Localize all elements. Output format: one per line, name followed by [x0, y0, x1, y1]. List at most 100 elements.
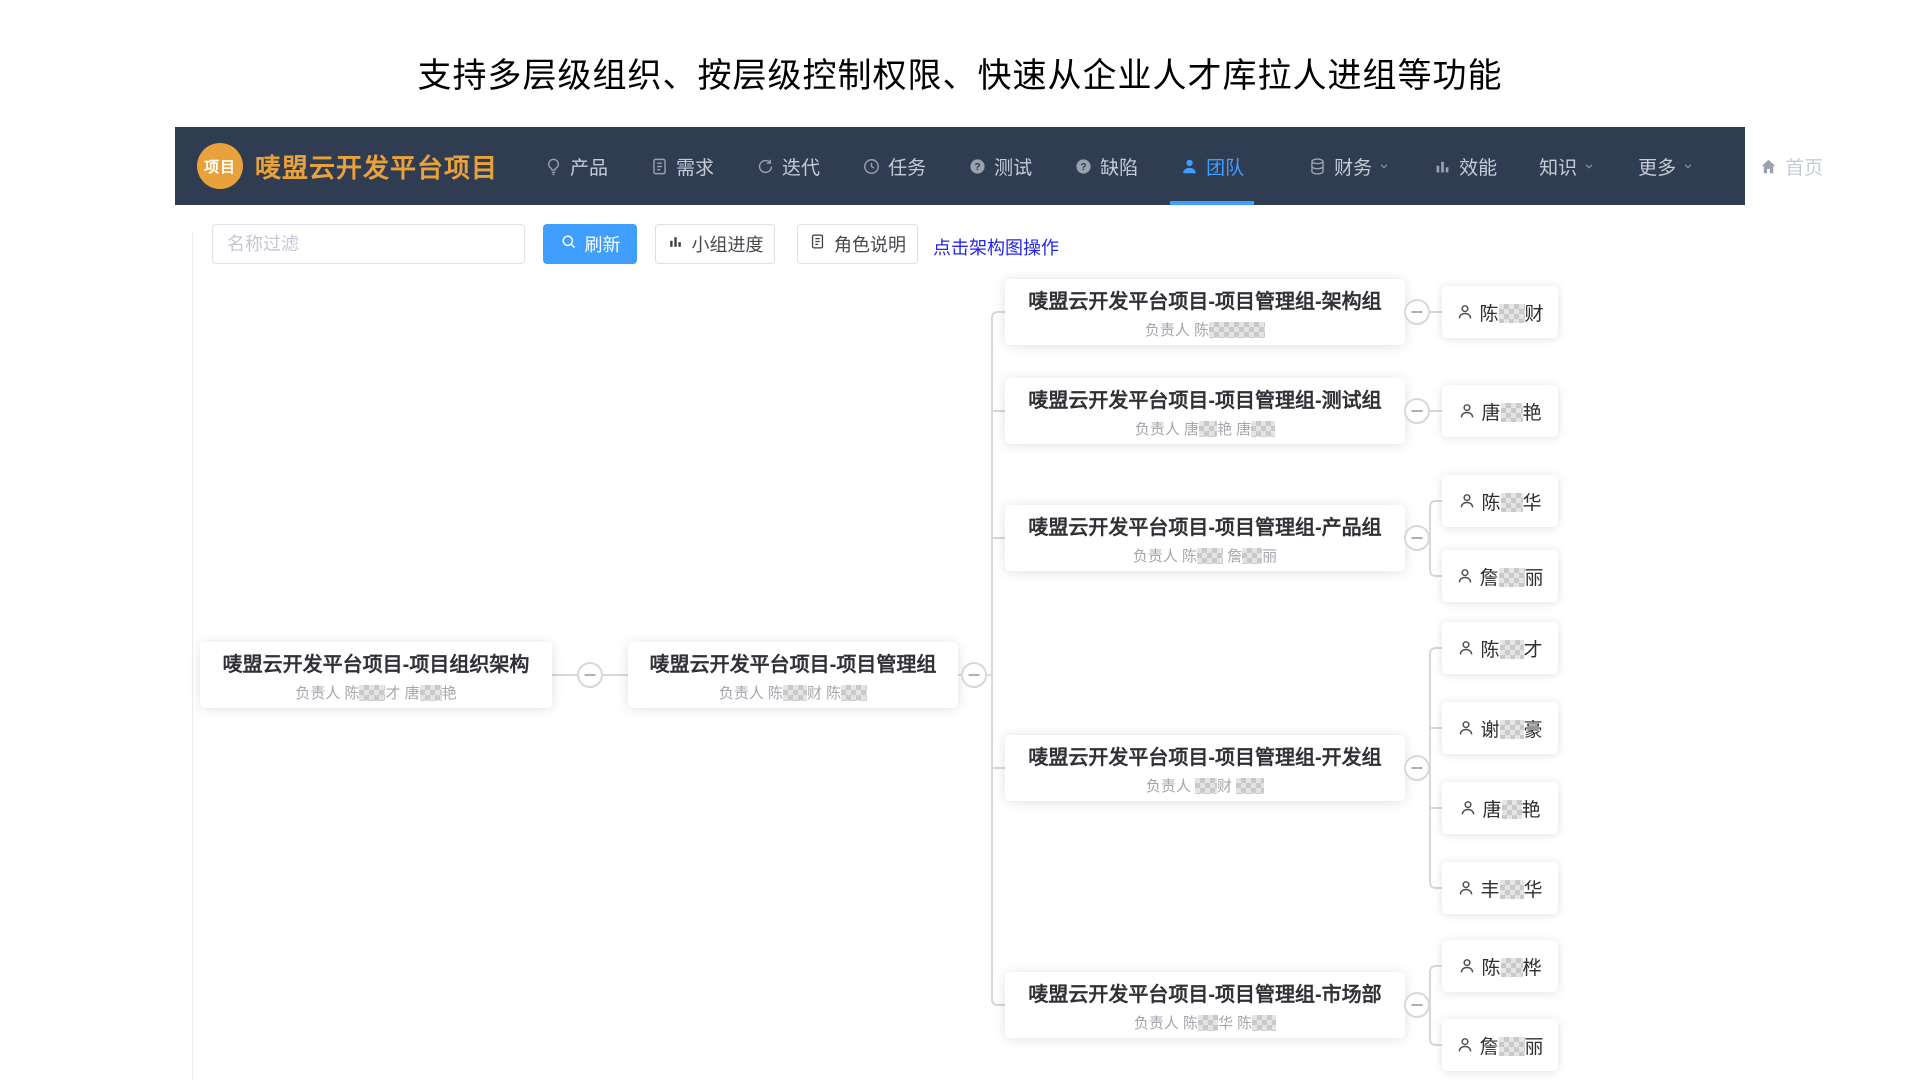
member-name-text: 桦	[1523, 958, 1542, 979]
screenshot-root: 支持多层级组织、按层级控制权限、快速从企业人才库拉人进组等功能 项目 唛盟云开发…	[0, 0, 1920, 1080]
owner-text: 负责人	[1146, 778, 1195, 795]
member-name-text: 华	[1523, 493, 1542, 514]
role-description-button[interactable]: 角色说明	[797, 224, 918, 264]
collapse-toggle[interactable]	[1404, 525, 1430, 551]
nav-item-缺陷[interactable]: ?缺陷	[1062, 127, 1150, 205]
censored-text	[1236, 778, 1264, 794]
collapse-toggle[interactable]	[961, 662, 987, 688]
caret-down-icon	[1377, 159, 1391, 173]
member-name-text: 陈	[1480, 640, 1499, 661]
member-card[interactable]: 谢豪	[1442, 702, 1558, 754]
chart-operate-link[interactable]: 点击架构图操作	[933, 234, 1059, 260]
owner-text: 负责人 陈	[719, 685, 783, 702]
org-node-owner: 负责人 陈财 陈	[719, 682, 867, 703]
owner-text: 负责人 陈	[1145, 322, 1209, 339]
org-node-manager[interactable]: 唛盟云开发平台项目-项目管理组负责人 陈财 陈	[628, 642, 958, 708]
censored-text	[1198, 1015, 1218, 1031]
person-outline-icon	[1458, 492, 1476, 510]
member-card[interactable]: 丰华	[1442, 862, 1558, 914]
censored-text	[1500, 880, 1524, 899]
collapse-toggle[interactable]	[1404, 755, 1430, 781]
owner-text: 负责人 陈	[1133, 548, 1197, 565]
caret-down-icon	[1582, 159, 1596, 173]
org-node-group[interactable]: 唛盟云开发平台项目-项目管理组-市场部负责人 陈华 陈	[1005, 972, 1405, 1038]
member-card[interactable]: 陈华	[1442, 475, 1558, 527]
censored-text	[1209, 322, 1265, 338]
nav-item-效能[interactable]: 效能	[1421, 127, 1509, 205]
org-node-title: 唛盟云开发平台项目-项目管理组	[650, 648, 937, 677]
collapse-toggle[interactable]	[1404, 398, 1430, 424]
nav-item-产品[interactable]: 产品	[532, 127, 620, 205]
censored-text	[1499, 304, 1525, 323]
org-node-owner: 负责人 陈才 唐艳	[295, 682, 456, 703]
censored-text	[1501, 958, 1523, 977]
censored-text	[1251, 421, 1275, 437]
nav-item-测试[interactable]: ?测试	[956, 127, 1044, 205]
nav-item-label: 缺陷	[1100, 153, 1138, 180]
person-outline-icon	[1458, 957, 1476, 975]
bar-chart-icon	[667, 233, 684, 255]
collapse-toggle[interactable]	[577, 662, 603, 688]
person-outline-icon	[1456, 567, 1474, 585]
collapse-toggle[interactable]	[1404, 992, 1430, 1018]
nav-item-label: 产品	[570, 153, 608, 180]
bulb-icon	[544, 157, 563, 176]
svg-text:?: ?	[974, 161, 980, 172]
nav-item-label: 更多	[1638, 153, 1676, 180]
nav-item-迭代[interactable]: 迭代	[744, 127, 832, 205]
censored-text	[420, 685, 442, 701]
member-card[interactable]: 唐艳	[1442, 385, 1558, 437]
member-card[interactable]: 陈桦	[1442, 940, 1558, 992]
nav-item-团队[interactable]: 团队	[1168, 127, 1256, 205]
nav-item-首页[interactable]: 首页	[1747, 127, 1835, 205]
member-card[interactable]: 陈财	[1442, 286, 1558, 338]
owner-text: 负责人 陈	[1134, 1015, 1198, 1032]
refresh-button[interactable]: 刷新	[543, 224, 637, 264]
member-name: 唐艳	[1481, 398, 1541, 425]
nav-item-需求[interactable]: 需求	[638, 127, 726, 205]
org-node-owner: 负责人 陈	[1145, 319, 1265, 340]
nav-item-知识[interactable]: 知识	[1527, 127, 1608, 205]
member-card[interactable]: 詹丽	[1442, 1019, 1558, 1071]
group-progress-button[interactable]: 小组进度	[655, 224, 775, 264]
nav-item-更多[interactable]: 更多	[1626, 127, 1707, 205]
page-title: 支持多层级组织、按层级控制权限、快速从企业人才库拉人进组等功能	[0, 48, 1920, 97]
person-outline-icon	[1457, 639, 1475, 657]
collapse-toggle[interactable]	[1404, 299, 1430, 325]
member-name-text: 陈	[1479, 304, 1498, 325]
org-node-group[interactable]: 唛盟云开发平台项目-项目管理组-架构组负责人 陈	[1005, 279, 1405, 345]
censored-text	[1500, 720, 1524, 739]
censored-text	[1502, 800, 1522, 819]
person-outline-icon	[1456, 1036, 1474, 1054]
nav-item-label: 财务	[1334, 153, 1372, 180]
org-node-group[interactable]: 唛盟云开发平台项目-项目管理组-测试组负责人 唐艳 唐	[1005, 378, 1405, 444]
project-logo[interactable]: 项目	[197, 143, 243, 189]
owner-text: 艳 唐	[1217, 421, 1251, 438]
nav-item-任务[interactable]: 任务	[850, 127, 938, 205]
member-card[interactable]: 詹丽	[1442, 550, 1558, 602]
nav-item-label: 需求	[676, 153, 714, 180]
member-name-text: 陈	[1481, 958, 1500, 979]
nav-item-财务[interactable]: 财务	[1296, 127, 1403, 205]
member-name-text: 艳	[1522, 800, 1541, 821]
nav-item-label: 知识	[1539, 153, 1577, 180]
member-name-text: 谢	[1480, 720, 1499, 741]
iteration-icon	[756, 157, 775, 176]
org-node-group[interactable]: 唛盟云开发平台项目-项目管理组-产品组负责人 陈 詹丽	[1005, 505, 1405, 571]
org-node-root[interactable]: 唛盟云开发平台项目-项目组织架构负责人 陈才 唐艳	[200, 642, 552, 708]
nav-menu: 产品需求迭代任务?测试?缺陷团队财务效能知识更多首页	[532, 127, 1835, 205]
member-name: 陈桦	[1481, 953, 1541, 980]
member-card[interactable]: 陈才	[1442, 622, 1558, 674]
member-name-text: 华	[1524, 880, 1543, 901]
member-name-text: 詹	[1479, 568, 1498, 589]
censored-text	[1500, 640, 1524, 659]
member-card[interactable]: 唐艳	[1442, 782, 1558, 834]
person-outline-icon	[1456, 303, 1474, 321]
member-name-text: 丽	[1525, 568, 1544, 589]
censored-text	[1252, 1015, 1276, 1031]
member-name: 陈才	[1480, 635, 1542, 662]
org-node-group[interactable]: 唛盟云开发平台项目-项目管理组-开发组负责人 财	[1005, 735, 1405, 801]
name-filter-input[interactable]	[212, 224, 525, 264]
member-name-text: 才	[1524, 640, 1543, 661]
document-icon	[650, 157, 669, 176]
